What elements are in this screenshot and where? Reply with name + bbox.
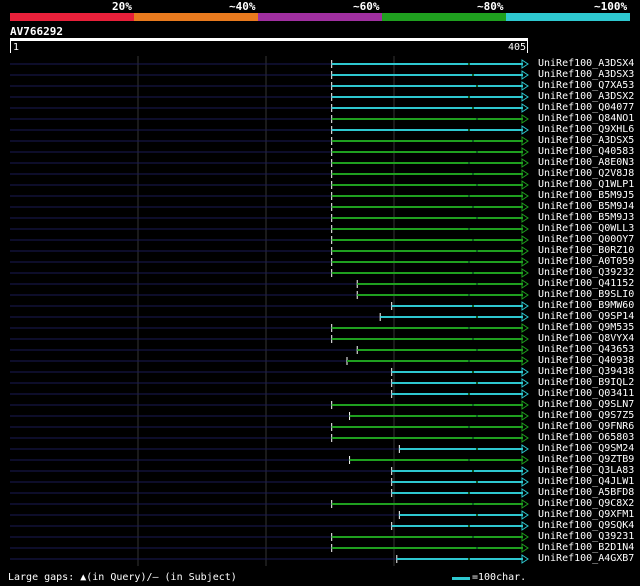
scale-bar xyxy=(452,577,470,580)
gap-marker xyxy=(476,184,478,186)
hit-label[interactable]: UniRef100_B5M9J4 xyxy=(538,201,634,212)
gap-marker xyxy=(476,415,478,417)
gap-marker xyxy=(476,250,478,252)
hit-label[interactable]: UniRef100_B5M9J3 xyxy=(538,212,634,223)
gap-marker xyxy=(476,118,478,120)
gap-marker xyxy=(468,294,470,296)
gap-marker xyxy=(472,371,474,373)
hit-label[interactable]: UniRef100_A4GXB7 xyxy=(538,553,634,564)
hit-label[interactable]: UniRef100_Q41152 xyxy=(538,278,634,289)
hit-label[interactable]: UniRef100_Q40938 xyxy=(538,355,634,366)
gap-marker xyxy=(472,239,474,241)
hit-label[interactable]: UniRef100_B2D1N4 xyxy=(538,542,634,553)
hit-label[interactable]: UniRef100_Q9S7Z5 xyxy=(538,410,634,421)
gap-marker xyxy=(472,536,474,538)
gap-marker xyxy=(468,459,470,461)
hit-label[interactable]: UniRef100_O65803 xyxy=(538,432,634,443)
hit-label[interactable]: UniRef100_Q04077 xyxy=(538,102,634,113)
hit-label[interactable]: UniRef100_Q2V8J8 xyxy=(538,168,634,179)
hit-label[interactable]: UniRef100_B0RZ10 xyxy=(538,245,634,256)
hit-label[interactable]: UniRef100_Q00OY7 xyxy=(538,234,634,245)
gap-marker xyxy=(472,437,474,439)
hit-label[interactable]: UniRef100_Q4JLW1 xyxy=(538,476,634,487)
hit-label[interactable]: UniRef100_Q9FNR6 xyxy=(538,421,634,432)
gap-marker xyxy=(468,558,470,560)
hit-label[interactable]: UniRef100_Q03411 xyxy=(538,388,634,399)
hit-label[interactable]: UniRef100_Q39231 xyxy=(538,531,634,542)
hit-label[interactable]: UniRef100_B9IQL2 xyxy=(538,377,634,388)
hit-label[interactable]: UniRef100_Q39232 xyxy=(538,267,634,278)
hit-label[interactable]: UniRef100_Q9XHL6 xyxy=(538,124,634,135)
hit-label[interactable]: UniRef100_B9SLI0 xyxy=(538,289,634,300)
gap-marker xyxy=(472,305,474,307)
hit-label[interactable]: UniRef100_Q9SQK4 xyxy=(538,520,634,531)
gaps-legend: Large gaps: ▲(in Query)/— (in Subject) xyxy=(8,572,237,583)
gap-marker xyxy=(468,63,470,65)
hit-label[interactable]: UniRef100_A3DSX5 xyxy=(538,135,634,146)
gap-marker xyxy=(468,426,470,428)
gap-marker xyxy=(468,162,470,164)
gap-marker xyxy=(468,492,470,494)
gap-marker xyxy=(468,327,470,329)
gap-marker xyxy=(476,349,478,351)
gap-marker xyxy=(468,228,470,230)
hit-label[interactable]: UniRef100_Q9SLN7 xyxy=(538,399,634,410)
hit-label[interactable]: UniRef100_Q0WLL3 xyxy=(538,223,634,234)
hit-label[interactable]: UniRef100_Q8VYX4 xyxy=(538,333,634,344)
gap-marker xyxy=(472,338,474,340)
gap-marker xyxy=(472,404,474,406)
gap-marker xyxy=(472,107,474,109)
hit-label[interactable]: UniRef100_Q9C8X2 xyxy=(538,498,634,509)
hit-label[interactable]: UniRef100_Q3LA83 xyxy=(538,465,634,476)
hit-label[interactable]: UniRef100_Q40583 xyxy=(538,146,634,157)
hit-label[interactable]: UniRef100_A3DSX3 xyxy=(538,69,634,80)
gap-marker xyxy=(476,85,478,87)
gap-marker xyxy=(476,547,478,549)
hit-label[interactable]: UniRef100_Q9SM24 xyxy=(538,443,634,454)
hit-label[interactable]: UniRef100_B9MW60 xyxy=(538,300,634,311)
gap-marker xyxy=(468,360,470,362)
gap-marker xyxy=(472,74,474,76)
hit-label[interactable]: UniRef100_A5BFD8 xyxy=(538,487,634,498)
gap-marker xyxy=(472,470,474,472)
hit-label[interactable]: UniRef100_A0T059 xyxy=(538,256,634,267)
gap-marker xyxy=(476,217,478,219)
hit-label[interactable]: UniRef100_Q43653 xyxy=(538,344,634,355)
gap-marker xyxy=(476,448,478,450)
hit-label[interactable]: UniRef100_Q9XFM1 xyxy=(538,509,634,520)
gap-marker xyxy=(476,316,478,318)
hit-label[interactable]: UniRef100_B5M9J5 xyxy=(538,190,634,201)
hit-label[interactable]: UniRef100_Q9SP14 xyxy=(538,311,634,322)
gap-marker xyxy=(476,283,478,285)
hit-label[interactable]: UniRef100_Q1WLP1 xyxy=(538,179,634,190)
gap-marker xyxy=(476,382,478,384)
gap-marker xyxy=(472,206,474,208)
hit-label[interactable]: UniRef100_Q9ZTB9 xyxy=(538,454,634,465)
gap-marker xyxy=(476,514,478,516)
hit-label[interactable]: UniRef100_Q9M535 xyxy=(538,322,634,333)
gap-marker xyxy=(468,129,470,131)
hit-label[interactable]: UniRef100_A3DSX4 xyxy=(538,58,634,69)
gap-marker xyxy=(468,96,470,98)
gap-marker xyxy=(468,261,470,263)
hit-label[interactable]: UniRef100_Q39438 xyxy=(538,366,634,377)
gap-marker xyxy=(472,173,474,175)
hit-label[interactable]: UniRef100_Q7XA53 xyxy=(538,80,634,91)
gap-marker xyxy=(472,503,474,505)
gap-marker xyxy=(468,393,470,395)
gap-marker xyxy=(476,481,478,483)
gap-marker xyxy=(468,195,470,197)
gap-marker xyxy=(476,151,478,153)
gap-marker xyxy=(472,140,474,142)
hit-label[interactable]: UniRef100_Q84NO1 xyxy=(538,113,634,124)
scale-label: =100char. xyxy=(472,572,527,583)
hit-label[interactable]: UniRef100_A3DSX2 xyxy=(538,91,634,102)
gap-marker xyxy=(472,272,474,274)
gap-marker xyxy=(468,525,470,527)
hit-label[interactable]: UniRef100_A8E0N3 xyxy=(538,157,634,168)
